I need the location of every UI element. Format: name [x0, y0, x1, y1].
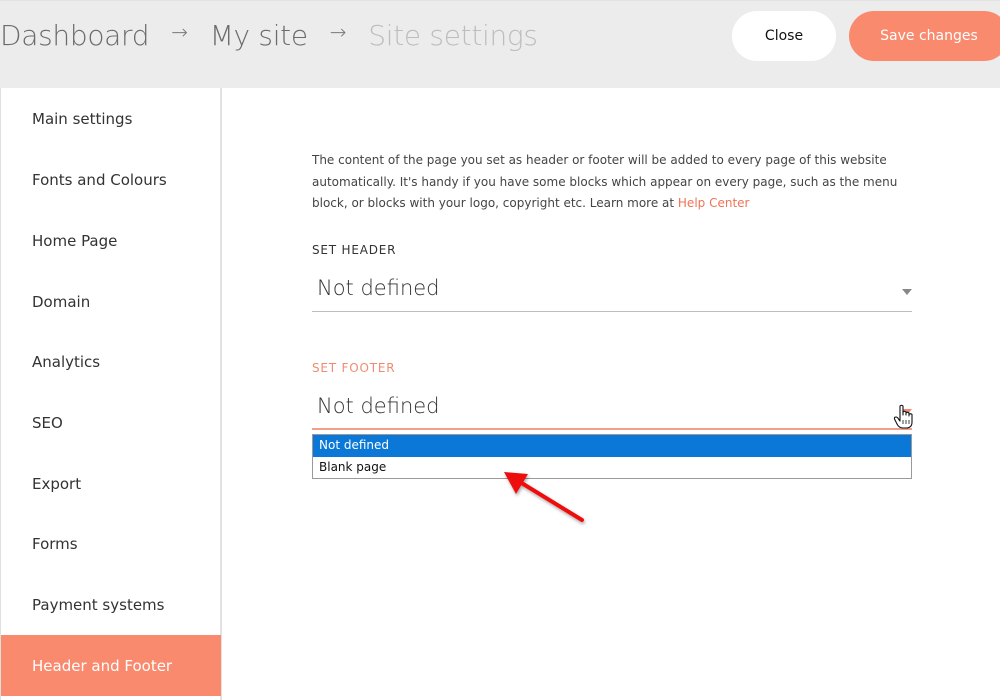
- set-header-label: SET HEADER: [312, 243, 397, 257]
- sidebar-item-label: Fonts and Colours: [32, 170, 167, 189]
- sidebar-item-label: SEO: [32, 413, 63, 432]
- settings-sidebar: Main settings Fonts and Colours Home Pag…: [0, 88, 222, 700]
- sidebar-item-label: Domain: [32, 292, 91, 311]
- header-select[interactable]: Not defined: [312, 272, 912, 312]
- sidebar-item-label: Forms: [32, 534, 78, 553]
- breadcrumb-site-settings: Site settings: [368, 18, 538, 52]
- set-footer-label: SET FOOTER: [312, 361, 396, 375]
- breadcrumb-arrow-icon: →: [329, 20, 347, 44]
- help-center-link[interactable]: Help Center: [678, 196, 750, 210]
- save-changes-button[interactable]: Save changes: [849, 11, 1000, 61]
- sidebar-item-label: Export: [32, 474, 82, 493]
- description-body: The content of the page you set as heade…: [312, 153, 898, 210]
- sidebar-item-export[interactable]: Export: [1, 453, 221, 514]
- sidebar-item-label: Payment systems: [32, 595, 165, 614]
- sidebar-item-domain[interactable]: Domain: [1, 271, 221, 332]
- breadcrumb: Dashboard → My site → Site settings: [0, 15, 538, 55]
- sidebar-item-label: Analytics: [32, 352, 101, 371]
- sidebar-item-label: Home Page: [32, 231, 118, 250]
- sidebar-item-label: Header and Footer: [32, 656, 173, 675]
- breadcrumb-arrow-icon: →: [171, 20, 188, 44]
- sidebar-item-home-page[interactable]: Home Page: [1, 210, 221, 271]
- breadcrumb-my-site[interactable]: My site: [210, 19, 308, 52]
- footer-select-dropdown: Not defined Blank page: [312, 434, 912, 479]
- option-not-defined[interactable]: Not defined: [313, 435, 911, 457]
- caret-down-icon: [902, 289, 912, 295]
- sidebar-item-header-and-footer[interactable]: Header and Footer: [1, 635, 221, 696]
- sidebar-item-label: Main settings: [32, 109, 133, 128]
- top-bar: Dashboard → My site → Site settings Clos…: [0, 0, 1000, 88]
- caret-down-icon: [902, 409, 912, 415]
- close-button[interactable]: Close: [732, 11, 836, 61]
- sidebar-item-fonts-and-colours[interactable]: Fonts and Colours: [1, 149, 221, 210]
- footer-select-value: Not defined: [317, 394, 440, 418]
- breadcrumb-dashboard[interactable]: Dashboard: [0, 19, 150, 52]
- description-text: The content of the page you set as heade…: [312, 150, 912, 215]
- sidebar-item-main-settings[interactable]: Main settings: [1, 88, 221, 149]
- sidebar-item-forms[interactable]: Forms: [1, 513, 221, 574]
- sidebar-item-seo[interactable]: SEO: [1, 392, 221, 453]
- sidebar-item-payment-systems[interactable]: Payment systems: [1, 574, 221, 635]
- footer-select[interactable]: Not defined: [312, 390, 912, 430]
- header-select-value: Not defined: [317, 276, 440, 300]
- option-blank-page[interactable]: Blank page: [313, 457, 911, 479]
- sidebar-item-analytics[interactable]: Analytics: [1, 331, 221, 392]
